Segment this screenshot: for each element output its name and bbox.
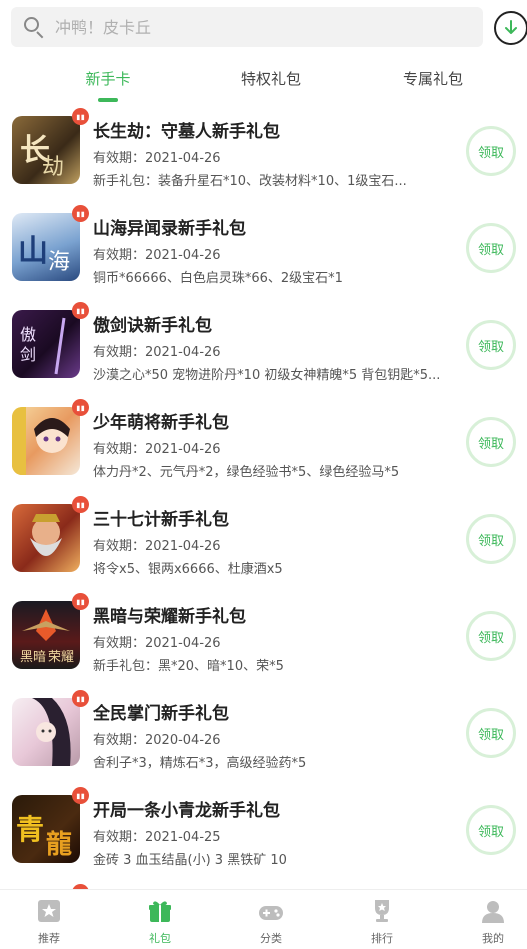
claim-button[interactable]: 领取: [466, 417, 516, 467]
tab-privilege-gift[interactable]: 特权礼包: [211, 68, 331, 89]
nav-item-ranking[interactable]: 排行: [347, 898, 417, 946]
gift-validity: 有效期：2020-04-26: [93, 733, 221, 748]
list-item[interactable]: 长劫 长生劫：守墓人新手礼包 有效期：2021-04-26 新手礼包：装备升星石…: [0, 107, 527, 204]
game-icon: 傲剑: [12, 310, 80, 378]
download-button[interactable]: [494, 11, 527, 45]
nav-label: 分类: [260, 932, 282, 945]
gift-badge-icon: [72, 399, 89, 416]
gift-title: 黑暗与荣耀新手礼包: [93, 607, 246, 627]
download-arrow-icon: [505, 20, 517, 34]
svg-text:剑: 剑: [20, 345, 36, 364]
list-item[interactable]: 少年萌将新手礼包 有效期：2021-04-26 体力丹*2、元气丹*2，绿色经验…: [0, 398, 527, 495]
gift-list: 长劫 长生劫：守墓人新手礼包 有效期：2021-04-26 新手礼包：装备升星石…: [0, 107, 527, 883]
search-icon: [23, 16, 45, 39]
gift-title: 全民掌门新手礼包: [93, 704, 229, 724]
trophy-icon: [375, 900, 389, 922]
game-icon: [12, 407, 80, 475]
claim-button[interactable]: 领取: [466, 611, 516, 661]
gift-title: 傲剑诀新手礼包: [93, 316, 212, 336]
gift-description: 新手礼包：黑*20、暗*10、荣*5: [93, 659, 284, 674]
svg-text:海: 海: [48, 250, 70, 275]
nav-label: 推荐: [38, 932, 60, 945]
search-input[interactable]: [55, 17, 455, 37]
game-icon: 青龍: [12, 795, 80, 863]
gift-validity: 有效期：2021-04-26: [93, 636, 221, 651]
list-item[interactable]: 青龍 开局一条小青龙新手礼包 有效期：2021-04-25 金砖 3 血玉结晶(…: [0, 786, 527, 883]
gift-badge-icon: [72, 302, 89, 319]
game-icon: [12, 698, 80, 766]
svg-text:劫: 劫: [42, 155, 64, 180]
gift-description: 体力丹*2、元气丹*2，绿色经验书*5、绿色经验马*5: [93, 465, 400, 480]
gift-badge-icon: [72, 205, 89, 222]
gift-badge-icon: [72, 690, 89, 707]
gift-title: 少年萌将新手礼包: [93, 413, 229, 433]
gamepad-icon: [259, 906, 283, 920]
nav-label: 礼包: [149, 932, 171, 945]
nav-item-gift[interactable]: 礼包: [125, 898, 195, 946]
tab-exclusive-gift[interactable]: 专属礼包: [373, 68, 493, 89]
gift-validity: 有效期：2021-04-26: [93, 248, 221, 263]
gift-description: 铜币*66666、白色启灵珠*66、2级宝石*1: [93, 271, 343, 286]
nav-item-recommend[interactable]: 推荐: [14, 898, 84, 946]
tab-active-indicator: [98, 98, 118, 102]
claim-button[interactable]: 领取: [466, 708, 516, 758]
gift-badge-icon: [72, 593, 89, 610]
game-icon: 黑暗 荣耀: [12, 601, 80, 669]
gift-badge-icon: [72, 496, 89, 513]
gift-title: 开局一条小青龙新手礼包: [93, 801, 280, 821]
claim-button[interactable]: 领取: [466, 805, 516, 855]
gift-badge-icon: [72, 787, 89, 804]
gift-description: 将令x5、银两x6666、杜康酒x5: [93, 562, 283, 577]
svg-text:荣耀: 荣耀: [48, 650, 74, 665]
svg-text:黑暗: 黑暗: [20, 650, 46, 665]
svg-text:青: 青: [16, 813, 44, 846]
claim-button[interactable]: 领取: [466, 320, 516, 370]
svg-text:龍: 龍: [46, 829, 72, 860]
nav-item-mine[interactable]: 我的: [458, 898, 527, 946]
gift-title: 山海异闻录新手礼包: [93, 219, 246, 239]
user-icon: [482, 901, 504, 923]
gift-validity: 有效期：2021-04-26: [93, 151, 221, 166]
search-bar[interactable]: [11, 7, 483, 47]
bottom-nav: 推荐 礼包 分类 排行 我的: [0, 889, 527, 949]
svg-text:傲: 傲: [20, 325, 36, 344]
gift-validity: 有效期：2021-04-26: [93, 345, 221, 360]
gift-description: 新手礼包：装备升星石*10、改装材料*10、1级宝石...: [93, 174, 407, 189]
game-icon: 山海: [12, 213, 80, 281]
gift-badge-icon: [72, 108, 89, 125]
gift-title: 长生劫：守墓人新手礼包: [93, 122, 280, 142]
claim-button[interactable]: 领取: [466, 514, 516, 564]
svg-text:山: 山: [18, 234, 48, 269]
gift-description: 沙漠之心*50 宠物进阶丹*10 初级女神精魄*5 背包钥匙*5...: [93, 368, 441, 383]
claim-button[interactable]: 领取: [466, 126, 516, 176]
game-icon: [12, 504, 80, 572]
tab-bar: 新手卡 特权礼包 专属礼包: [0, 60, 527, 102]
gift-validity: 有效期：2021-04-26: [93, 442, 221, 457]
gift-title: 三十七计新手礼包: [93, 510, 229, 530]
list-item[interactable]: 全民掌门新手礼包 有效期：2020-04-26 舍利子*3，精炼石*3，高级经验…: [0, 689, 527, 786]
list-item[interactable]: 三十七计新手礼包 有效期：2021-04-26 将令x5、银两x6666、杜康酒…: [0, 495, 527, 592]
star-icon: [38, 900, 60, 922]
claim-button[interactable]: 领取: [466, 223, 516, 273]
gift-description: 舍利子*3，精炼石*3，高级经验药*5: [93, 756, 307, 771]
nav-label: 我的: [482, 932, 504, 945]
tab-newbie-card[interactable]: 新手卡: [48, 68, 168, 89]
nav-item-category[interactable]: 分类: [236, 898, 306, 946]
game-icon: 长劫: [12, 116, 80, 184]
nav-label: 排行: [371, 932, 393, 945]
gift-validity: 有效期：2021-04-25: [93, 830, 221, 845]
list-item[interactable]: 黑暗 荣耀 黑暗与荣耀新手礼包 有效期：2021-04-26 新手礼包：黑*20、…: [0, 592, 527, 689]
list-item[interactable]: 山海 山海异闻录新手礼包 有效期：2021-04-26 铜币*66666、白色启…: [0, 204, 527, 301]
gift-description: 金砖 3 血玉结晶(小) 3 黑铁矿 10: [93, 853, 287, 868]
list-item[interactable]: 傲剑 傲剑诀新手礼包 有效期：2021-04-26 沙漠之心*50 宠物进阶丹*…: [0, 301, 527, 398]
gift-icon: [149, 901, 171, 922]
gift-validity: 有效期：2021-04-26: [93, 539, 221, 554]
